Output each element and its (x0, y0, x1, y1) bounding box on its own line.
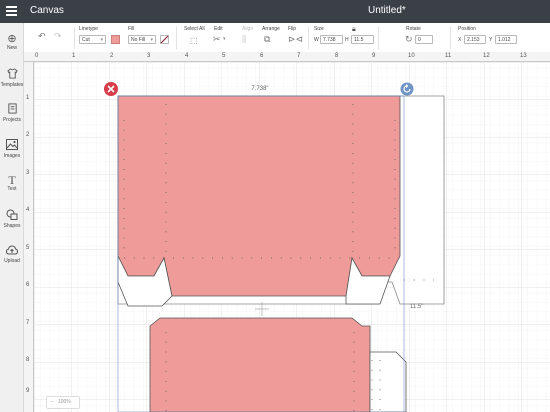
projects-icon (0, 103, 24, 117)
flip-icon: ⊳⊲ (288, 34, 304, 44)
size-label: Size (314, 26, 324, 32)
edit-label: Edit (214, 26, 223, 32)
ruler-label: 9 (372, 53, 376, 59)
lock-icon[interactable]: 🔒︎ (352, 26, 356, 34)
position-label: Position (458, 26, 476, 32)
redo-icon[interactable]: ↷ (54, 32, 62, 41)
top-ruler: 0 1 2 3 4 5 6 7 8 9 10 11 12 13 (24, 52, 550, 62)
fill-label: Fill (128, 26, 135, 32)
ruler-label: 3 (26, 170, 30, 176)
height-input[interactable]: 11.5 (351, 35, 374, 44)
sidebar-item-shapes[interactable]: Shapes (0, 209, 24, 230)
sidebar-item-upload[interactable]: Upload (0, 245, 24, 265)
menu-icon[interactable] (6, 6, 17, 16)
arrange-label: Arrange (262, 26, 280, 32)
select-all-label: Select All (184, 26, 205, 32)
ruler-label: 5 (26, 245, 30, 251)
ruler-label: 13 (520, 53, 527, 59)
sidebar-item-text[interactable]: T Text (0, 174, 24, 193)
line-color-swatch[interactable] (111, 35, 120, 44)
left-sidebar: ⊕ New Templates Projects Images T Text S… (0, 23, 24, 412)
upload-cloud-icon (0, 245, 24, 258)
shirt-icon (0, 68, 24, 82)
linetype-label: Linetype (79, 26, 98, 32)
ruler-label: 8 (26, 357, 30, 363)
zoom-out-icon[interactable]: − (50, 397, 53, 408)
width-input[interactable]: 7.738 (320, 35, 343, 44)
edit-toolbar: ↶ ↷ Linetype Cut ▾ Fill No Fill ▾ Select… (24, 23, 550, 53)
align-icon: ⫼ (242, 34, 247, 44)
sidebar-item-new[interactable]: ⊕ New (0, 33, 24, 52)
divider (74, 27, 75, 49)
left-ruler: 1 2 3 4 5 6 7 8 9 (24, 62, 34, 412)
ruler-label: 9 (26, 388, 30, 394)
undo-icon[interactable]: ↶ (38, 32, 46, 41)
sidebar-item-templates[interactable]: Templates (0, 68, 24, 89)
shapes-icon (0, 209, 24, 223)
box-side-flap[interactable] (369, 351, 407, 412)
ruler-label: 2 (26, 132, 30, 138)
zoom-level: 100% (58, 399, 71, 405)
top-bar: Canvas Untitled* (0, 0, 550, 23)
ruler-label: 12 (483, 53, 490, 59)
delete-selection-button[interactable] (104, 82, 118, 96)
ruler-label: 7 (26, 320, 30, 326)
sidebar-item-projects[interactable]: Projects (0, 103, 24, 124)
rotate-label: Rotate (406, 26, 421, 32)
select-all-icon: ⬚ (190, 36, 198, 45)
text-icon: T (8, 173, 16, 187)
plus-circle-icon: ⊕ (7, 33, 17, 45)
divider (176, 27, 177, 49)
ruler-label: 6 (26, 282, 30, 288)
rotate-selection-button[interactable] (400, 82, 414, 96)
ruler-label: 8 (335, 53, 339, 59)
ruler-label: 1 (72, 53, 76, 59)
divider (378, 27, 379, 49)
chevron-down-icon: ▾ (100, 37, 103, 43)
rotate-icon: ↻ (405, 34, 413, 44)
selection-width-label: 7.738" (251, 86, 268, 92)
sidebar-item-images[interactable]: Images (0, 139, 24, 160)
flip-label: Flip (288, 26, 297, 32)
box-bottom-panel[interactable] (149, 317, 371, 412)
ruler-label: 3 (147, 53, 151, 59)
selection-height-label: 11.5" (410, 304, 423, 310)
ruler-label: 0 (35, 53, 39, 59)
ruler-label: 5 (222, 53, 226, 59)
ruler-label: 1 (26, 95, 30, 101)
chevron-down-icon: ▾ (150, 37, 153, 43)
rotate-input[interactable]: 0 (415, 35, 433, 44)
ruler-label: 10 (408, 53, 415, 59)
image-icon (0, 139, 24, 153)
ruler-label: 11 (445, 53, 452, 59)
ruler-label: 6 (260, 53, 264, 59)
arrange-icon: ⧉ (264, 34, 271, 44)
zoom-control[interactable]: − 100% (46, 396, 80, 409)
chevron-down-icon: ▾ (223, 36, 226, 42)
ruler-label: 2 (110, 53, 114, 59)
ruler-label: 7 (297, 53, 301, 59)
document-title: Untitled* (368, 5, 406, 16)
design-canvas[interactable]: 7.738" 11.5" (34, 62, 550, 412)
linetype-select[interactable]: Cut ▾ (79, 35, 106, 44)
divider (308, 27, 309, 49)
fill-select[interactable]: No Fill ▾ (128, 35, 156, 44)
align-label: Align (242, 26, 254, 32)
scissors-icon: ✂ (213, 34, 221, 44)
no-fill-swatch-icon[interactable] (160, 35, 169, 44)
ruler-label: 4 (185, 53, 189, 59)
position-x-input[interactable]: 2.153 (464, 35, 486, 44)
app-title: Canvas (30, 5, 64, 16)
divider (450, 27, 451, 49)
position-y-input[interactable]: 1.012 (495, 35, 517, 44)
ruler-label: 4 (26, 207, 30, 213)
